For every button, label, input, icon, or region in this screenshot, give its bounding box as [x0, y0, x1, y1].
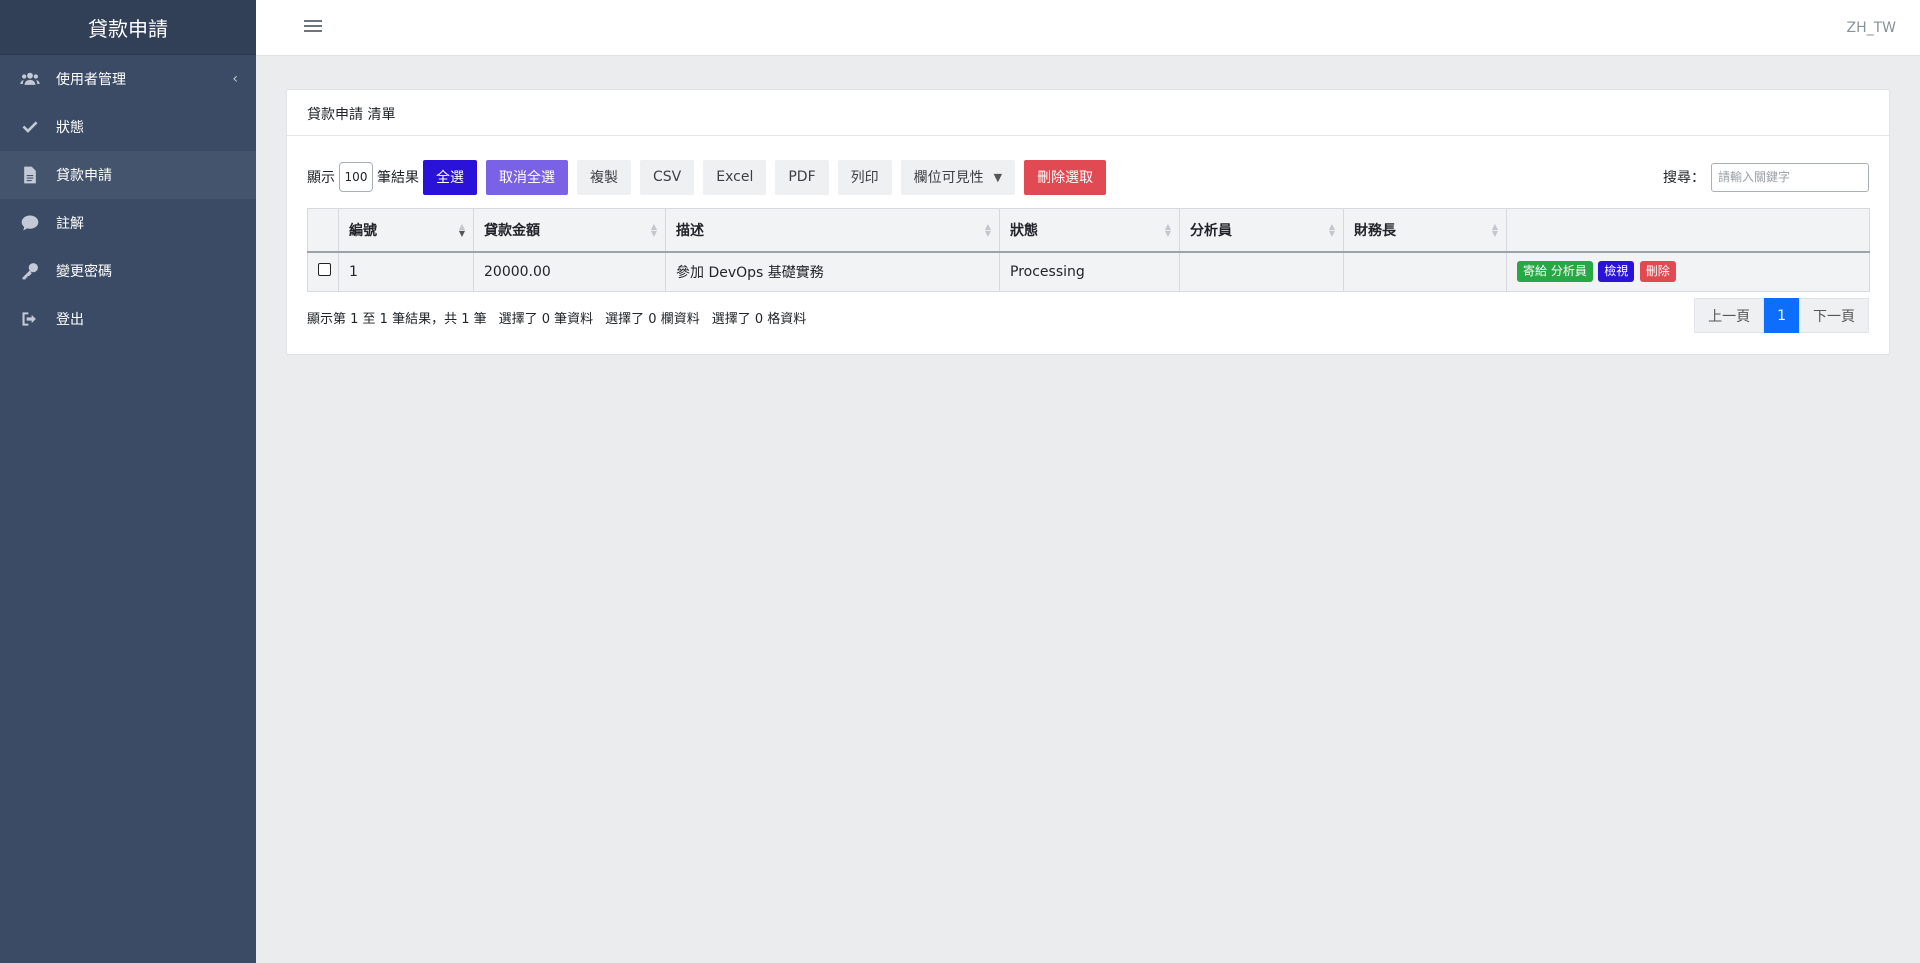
cell-status: Processing: [999, 251, 1180, 292]
column-visibility-label: 欄位可見性: [913, 170, 984, 186]
file-icon: [18, 165, 42, 185]
header-amount[interactable]: 貸款金額 ▲ ▼: [473, 208, 666, 253]
delete-selected-button[interactable]: 刪除選取: [1024, 159, 1107, 195]
sidebar-item-change-password[interactable]: 變更密碼: [0, 247, 256, 295]
results-label: 筆結果: [377, 170, 419, 186]
sort-icon: ▲ ▼: [1164, 221, 1171, 238]
selected-cells-info: 選擇了 0 格資料: [711, 312, 807, 327]
sidebar-item-label: 登出: [56, 312, 84, 328]
cell-amount: 20000.00: [473, 251, 666, 292]
sidebar-item-label: 變更密碼: [56, 264, 112, 280]
key-icon: [18, 261, 42, 281]
users-icon: [18, 69, 42, 89]
deselect-all-button[interactable]: 取消全選: [486, 159, 568, 195]
sidebar-item-label: 使用者管理: [56, 72, 126, 88]
chevron-left-icon[interactable]: ‹: [232, 71, 238, 87]
sort-icon: ▲ ▼: [650, 221, 657, 238]
selected-rows-info: 選擇了 0 筆資料: [498, 312, 594, 327]
header-status[interactable]: 狀態 ▲ ▼: [999, 208, 1180, 253]
sort-icon: ▲ ▼: [1328, 221, 1335, 238]
brand-title[interactable]: 貸款申請: [0, 0, 256, 55]
table-toolbar: 顯示 100 筆結果 全選 取消全選 複製 CSV Excel PDF 列印 欄…: [307, 159, 1869, 195]
sidebar-item-user-management[interactable]: 使用者管理 ‹: [0, 55, 256, 103]
excel-button[interactable]: Excel: [703, 159, 767, 195]
cell-description: 參加 DevOps 基礎實務: [665, 251, 1000, 292]
header-id[interactable]: 編號 ▲ ▼: [338, 208, 474, 253]
cell-cfo: [1343, 251, 1507, 292]
cell-analyst: [1179, 251, 1344, 292]
search-input[interactable]: [1711, 162, 1869, 192]
csv-button[interactable]: CSV: [640, 159, 695, 195]
row-checkbox[interactable]: [318, 263, 331, 277]
sort-icon: ▲ ▼: [1491, 221, 1498, 238]
cell-select: [307, 251, 339, 292]
sign-out-icon: [18, 309, 42, 329]
delete-button[interactable]: 刪除: [1639, 261, 1676, 283]
header-analyst[interactable]: 分析員 ▲ ▼: [1179, 208, 1344, 253]
sort-icon: ▲ ▼: [984, 221, 991, 238]
pdf-button[interactable]: PDF: [775, 159, 829, 195]
sidebar-item-label: 狀態: [56, 120, 84, 136]
next-page-button[interactable]: 下一頁: [1799, 298, 1869, 333]
header-label: 財務長: [1354, 222, 1396, 239]
header-label: 狀態: [1010, 222, 1038, 239]
loan-table-wrapper: 編號 ▲ ▼ 貸款金額 ▲ ▼ 描述 ▲ ▼ 狀態 ▲ ▼ 分析員 ▲ ▼ 財務…: [307, 208, 1870, 292]
loan-table: 編號 ▲ ▼ 貸款金額 ▲ ▼ 描述 ▲ ▼ 狀態 ▲ ▼ 分析員 ▲ ▼ 財務…: [307, 208, 1870, 292]
page-length-select[interactable]: 100: [339, 162, 373, 192]
sort-desc-icon: ▲ ▼: [458, 221, 465, 238]
loan-list-card: 貸款申請 清單 顯示 100 筆結果 全選 取消全選 複製 CSV Excel …: [286, 89, 1890, 355]
topbar: ZH_TW: [256, 0, 1920, 56]
copy-button[interactable]: 複製: [577, 159, 631, 195]
table-header-row: 編號 ▲ ▼ 貸款金額 ▲ ▼ 描述 ▲ ▼ 狀態 ▲ ▼ 分析員 ▲ ▼ 財務…: [307, 208, 1870, 253]
page-1-button[interactable]: 1: [1764, 298, 1799, 333]
pagination: 上一頁 1 下一頁: [1694, 298, 1869, 333]
sidebar: 貸款申請 使用者管理 ‹ 狀態 貸款申請 註解 變更密碼 登出: [0, 0, 256, 963]
sidebar-item-logout[interactable]: 登出: [0, 295, 256, 343]
print-button[interactable]: 列印: [837, 159, 892, 195]
sidebar-item-label: 註解: [56, 216, 84, 232]
table-row[interactable]: 1 20000.00 參加 DevOps 基礎實務 Processing 寄給 …: [307, 251, 1870, 292]
cell-id: 1: [338, 251, 474, 292]
sidebar-item-loan-application[interactable]: 貸款申請: [0, 151, 256, 199]
sidebar-nav: 使用者管理 ‹ 狀態 貸款申請 註解 變更密碼 登出: [0, 55, 256, 343]
prev-page-button[interactable]: 上一頁: [1694, 298, 1765, 333]
select-all-button[interactable]: 全選: [423, 159, 477, 195]
search-label: 搜尋：: [1663, 170, 1705, 186]
header-label: 編號: [349, 222, 377, 239]
header-label: 分析員: [1190, 222, 1232, 239]
column-visibility-button[interactable]: 欄位可見性 ▼: [900, 159, 1016, 195]
card-title: 貸款申請 清單: [287, 90, 1889, 136]
header-cfo[interactable]: 財務長 ▲ ▼: [1343, 208, 1507, 253]
menu-toggle-icon[interactable]: [304, 17, 322, 37]
view-button[interactable]: 檢視: [1598, 261, 1635, 283]
search-group: 搜尋：: [1663, 162, 1869, 192]
show-label: 顯示: [307, 170, 335, 186]
cell-actions: 寄給 分析員 檢視 刪除: [1506, 251, 1870, 292]
results-info: 顯示第 1 至 1 筆結果，共 1 筆: [307, 312, 487, 327]
header-select: [307, 208, 339, 253]
send-to-analyst-button[interactable]: 寄給 分析員: [1517, 261, 1593, 283]
sidebar-item-status[interactable]: 狀態: [0, 103, 256, 151]
header-description[interactable]: 描述 ▲ ▼: [665, 208, 1000, 253]
check-icon: [18, 117, 42, 137]
comment-icon: [18, 213, 42, 233]
sidebar-item-comments[interactable]: 註解: [0, 199, 256, 247]
header-label: 描述: [676, 222, 704, 239]
header-actions: [1506, 208, 1870, 253]
header-label: 貸款金額: [484, 222, 540, 239]
selected-columns-info: 選擇了 0 欄資料: [605, 312, 700, 327]
locale-switcher[interactable]: ZH_TW: [1846, 20, 1896, 36]
table-info: 顯示第 1 至 1 筆結果，共 1 筆 選擇了 0 筆資料 選擇了 0 欄資料 …: [307, 308, 818, 327]
sidebar-item-label: 貸款申請: [56, 168, 112, 184]
caret-down-icon: ▼: [993, 170, 1003, 184]
